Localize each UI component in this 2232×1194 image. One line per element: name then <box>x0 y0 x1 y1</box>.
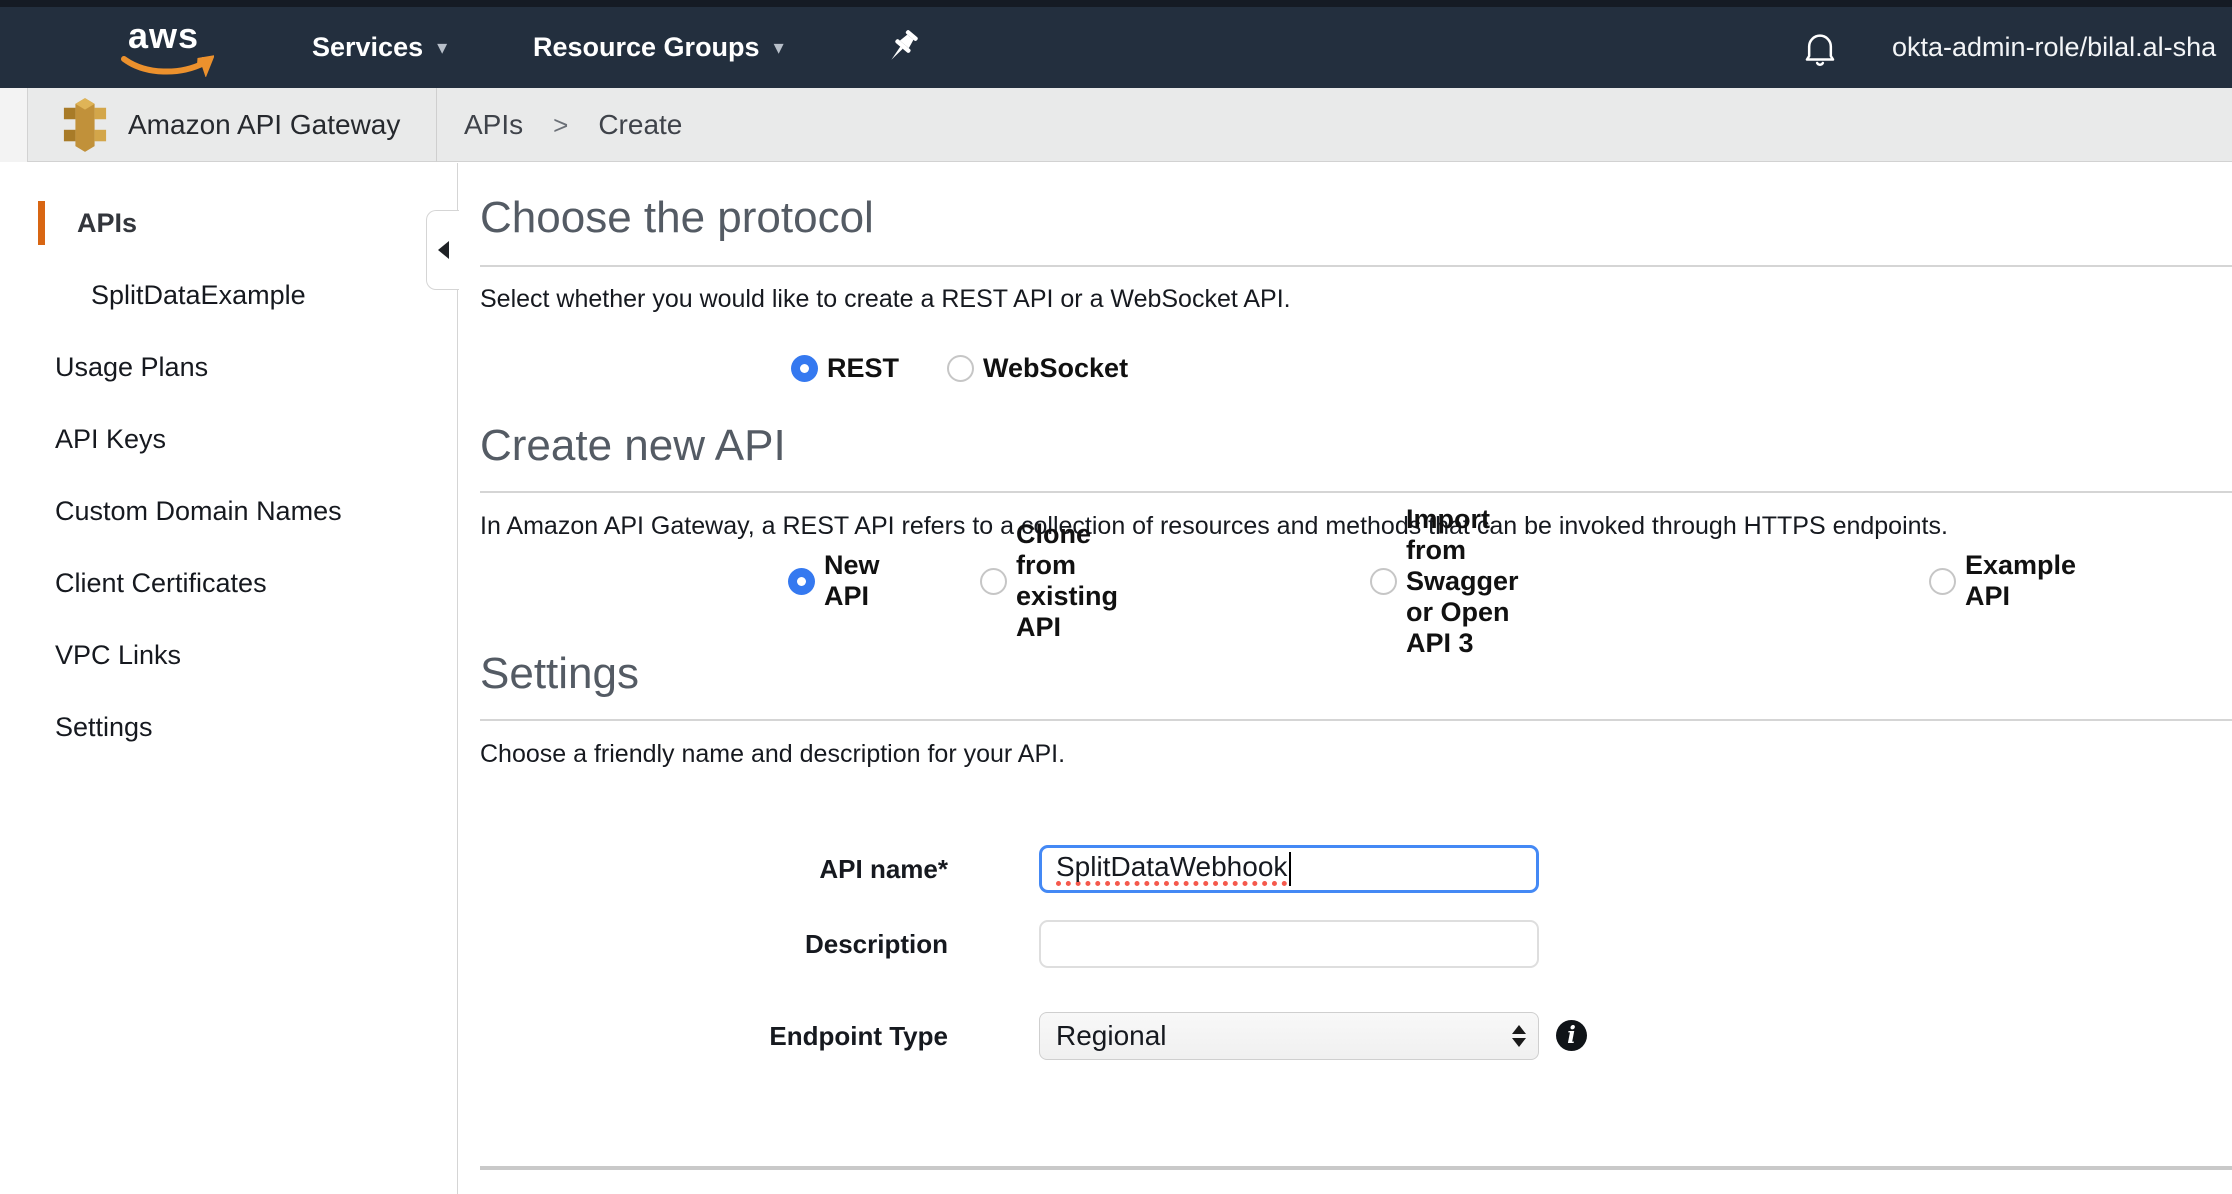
radio-unselected-icon <box>1929 568 1956 595</box>
nav-services-label: Services <box>312 32 423 63</box>
divider <box>436 88 437 162</box>
radio-unselected-icon <box>1370 568 1397 595</box>
endpoint-type-row: Endpoint Type Regional <box>459 1012 948 1060</box>
sidebar-item-settings[interactable]: Settings <box>0 691 457 763</box>
radio-example-api[interactable]: Example API <box>1929 550 2076 612</box>
radio-import-swagger-label: Import from Swagger or Open API 3 <box>1406 504 1519 659</box>
window-top-strip <box>0 0 2232 7</box>
section-title-settings: Settings <box>480 649 639 699</box>
aws-logo[interactable]: aws <box>118 15 214 79</box>
sidebar-item-label: Client Certificates <box>55 568 267 599</box>
account-menu[interactable]: okta-admin-role/bilal.al-sha <box>1892 7 2216 88</box>
radio-clone-api-label: Clone from existing API <box>1016 519 1118 643</box>
section-description-settings: Choose a friendly name and description f… <box>480 740 1065 769</box>
text-cursor <box>1289 852 1291 886</box>
api-name-label: API name* <box>459 854 948 885</box>
sidebar-item-client-certificates[interactable]: Client Certificates <box>0 547 457 619</box>
sidebar-item-label: Custom Domain Names <box>55 496 342 527</box>
description-row: Description <box>459 920 948 968</box>
radio-unselected-icon <box>980 568 1007 595</box>
pushpin-icon[interactable] <box>880 27 924 71</box>
breadcrumb-separator: > <box>553 110 568 141</box>
endpoint-type-label: Endpoint Type <box>459 1021 948 1052</box>
breadcrumb-left-edge <box>0 88 28 162</box>
breadcrumb-current-page: Create <box>598 109 682 141</box>
service-name[interactable]: Amazon API Gateway <box>128 88 400 162</box>
breadcrumb: APIs > Create <box>464 88 682 162</box>
sidebar-item-usage-plans[interactable]: Usage Plans <box>0 331 457 403</box>
section-title-create: Create new API <box>480 421 786 471</box>
sidebar-item-label: Settings <box>55 712 153 743</box>
radio-unselected-icon <box>947 355 974 382</box>
radio-websocket-label: WebSocket <box>983 353 1128 384</box>
sidebar-navigation: APIs SplitDataExample Usage Plans API Ke… <box>0 163 458 1194</box>
divider <box>480 265 2232 267</box>
bottom-divider <box>480 1166 2232 1170</box>
api-name-input[interactable]: SplitDataWebhook <box>1039 845 1539 893</box>
section-title-protocol: Choose the protocol <box>480 193 874 243</box>
aws-logo-text: aws <box>128 15 199 57</box>
top-navigation-bar: aws Services ▾ Resource Groups ▾ okta-ad… <box>0 7 2232 88</box>
api-gateway-icon <box>62 98 108 152</box>
aws-smile-icon <box>118 55 214 77</box>
radio-import-swagger[interactable]: Import from Swagger or Open API 3 <box>1370 504 1519 659</box>
sidebar-item-label: Usage Plans <box>55 352 208 383</box>
radio-clone-api[interactable]: Clone from existing API <box>980 519 1118 643</box>
sidebar-item-apis[interactable]: APIs <box>0 187 457 259</box>
nav-services-menu[interactable]: Services ▾ <box>312 7 447 88</box>
chevron-down-icon: ▾ <box>774 35 784 60</box>
main-content: Choose the protocol Select whether you w… <box>459 163 2232 1194</box>
divider <box>480 491 2232 493</box>
sidebar-item-label: VPC Links <box>55 640 181 671</box>
radio-new-api[interactable]: New API <box>788 550 880 612</box>
sidebar-item-splitdataexample[interactable]: SplitDataExample <box>0 259 457 331</box>
chevron-left-icon <box>438 241 449 259</box>
sidebar-item-custom-domain-names[interactable]: Custom Domain Names <box>0 475 457 547</box>
chevron-down-icon: ▾ <box>437 35 447 60</box>
radio-selected-icon <box>788 568 815 595</box>
radio-websocket[interactable]: WebSocket <box>947 353 1128 384</box>
section-description-protocol: Select whether you would like to create … <box>480 285 1291 314</box>
radio-example-api-label: Example API <box>1965 550 2076 612</box>
sidebar-item-api-keys[interactable]: API Keys <box>0 403 457 475</box>
description-input[interactable] <box>1039 920 1539 968</box>
endpoint-type-info-icon[interactable]: i <box>1556 1020 1587 1051</box>
sidebar-item-label: APIs <box>77 208 137 239</box>
divider <box>480 719 2232 721</box>
breadcrumb-apis-link[interactable]: APIs <box>464 109 523 141</box>
protocol-radio-group: REST WebSocket <box>791 353 1128 384</box>
section-description-create: In Amazon API Gateway, a REST API refers… <box>480 512 1948 541</box>
select-stepper-icon <box>1512 1013 1526 1059</box>
api-name-row: API name* SplitDataWebhook <box>459 845 948 893</box>
radio-new-api-label: New API <box>824 550 880 612</box>
sidebar-item-label: SplitDataExample <box>91 280 306 311</box>
sidebar-item-vpc-links[interactable]: VPC Links <box>0 619 457 691</box>
radio-selected-icon <box>791 355 818 382</box>
breadcrumb-bar: Amazon API Gateway APIs > Create <box>0 88 2232 162</box>
radio-rest[interactable]: REST <box>791 353 899 384</box>
description-label: Description <box>459 929 948 960</box>
notifications-bell-icon[interactable] <box>1800 29 1840 69</box>
api-name-value: SplitDataWebhook <box>1056 852 1287 886</box>
endpoint-type-select[interactable]: Regional <box>1039 1012 1539 1060</box>
endpoint-type-value: Regional <box>1056 1020 1167 1052</box>
nav-resource-groups-label: Resource Groups <box>533 32 760 63</box>
sidebar-item-label: API Keys <box>55 424 166 455</box>
radio-rest-label: REST <box>827 353 899 384</box>
nav-resource-groups-menu[interactable]: Resource Groups ▾ <box>533 7 784 88</box>
sidebar-collapse-button[interactable] <box>426 210 459 290</box>
